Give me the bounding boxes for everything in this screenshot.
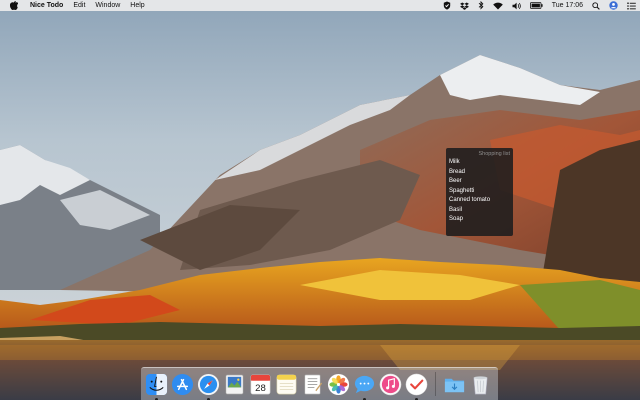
desktop: Nice Todo Edit Window Help Tue 17:06 Sho… xyxy=(0,0,640,400)
user-icon[interactable] xyxy=(609,1,618,11)
calendar-icon[interactable]: 28 xyxy=(249,373,272,396)
shopping-list-widget[interactable]: Shopping list Milk Bread Beer Spaghetti … xyxy=(446,148,513,236)
textedit-icon[interactable] xyxy=(301,373,324,396)
list-item[interactable]: Soap xyxy=(449,215,510,225)
safari-icon[interactable] xyxy=(197,373,220,400)
downloads-folder-icon[interactable] xyxy=(443,373,466,396)
preview-icon[interactable] xyxy=(223,373,246,396)
menu-bar-clock[interactable]: Tue 17:06 xyxy=(552,2,583,9)
menu-edit[interactable]: Edit xyxy=(73,2,85,9)
app-menu-nice-todo[interactable]: Nice Todo xyxy=(30,2,63,9)
dock-separator xyxy=(435,372,436,396)
nice-todo-icon[interactable] xyxy=(405,373,428,400)
list-item[interactable]: Beer xyxy=(449,177,510,187)
dropbox-icon[interactable] xyxy=(459,1,469,11)
bluetooth-icon[interactable] xyxy=(478,1,484,11)
trash-icon[interactable] xyxy=(469,373,492,396)
battery-icon[interactable] xyxy=(529,1,543,11)
desktop-wallpaper xyxy=(0,0,640,400)
widget-title: Shopping list xyxy=(478,151,511,157)
list-item[interactable]: Bread xyxy=(449,168,510,178)
photos-icon[interactable] xyxy=(327,373,350,396)
notes-icon[interactable] xyxy=(275,373,298,396)
list-item[interactable]: Canned tomato xyxy=(449,196,510,206)
menu-help[interactable]: Help xyxy=(130,2,144,9)
list-item[interactable]: Basil xyxy=(449,206,510,216)
menu-window[interactable]: Window xyxy=(95,2,120,9)
messages-icon[interactable] xyxy=(353,373,376,400)
spotlight-icon[interactable] xyxy=(592,1,600,11)
list-item[interactable]: Spaghetti xyxy=(449,187,510,197)
apple-menu-icon[interactable] xyxy=(10,1,18,10)
volume-icon[interactable] xyxy=(512,1,521,11)
shopping-list: Milk Bread Beer Spaghetti Canned tomato … xyxy=(449,158,510,225)
wifi-icon[interactable] xyxy=(492,1,503,11)
list-item[interactable]: Milk xyxy=(449,158,510,168)
notification-center-icon[interactable] xyxy=(627,1,636,11)
shield-icon[interactable] xyxy=(443,1,451,11)
calendar-day: 28 xyxy=(255,383,266,394)
itunes-icon[interactable] xyxy=(379,373,402,396)
menu-bar: Nice Todo Edit Window Help Tue 17:06 xyxy=(0,0,640,11)
app-store-icon[interactable] xyxy=(171,373,194,396)
dock: 28 xyxy=(141,367,498,400)
finder-icon[interactable] xyxy=(145,373,168,400)
